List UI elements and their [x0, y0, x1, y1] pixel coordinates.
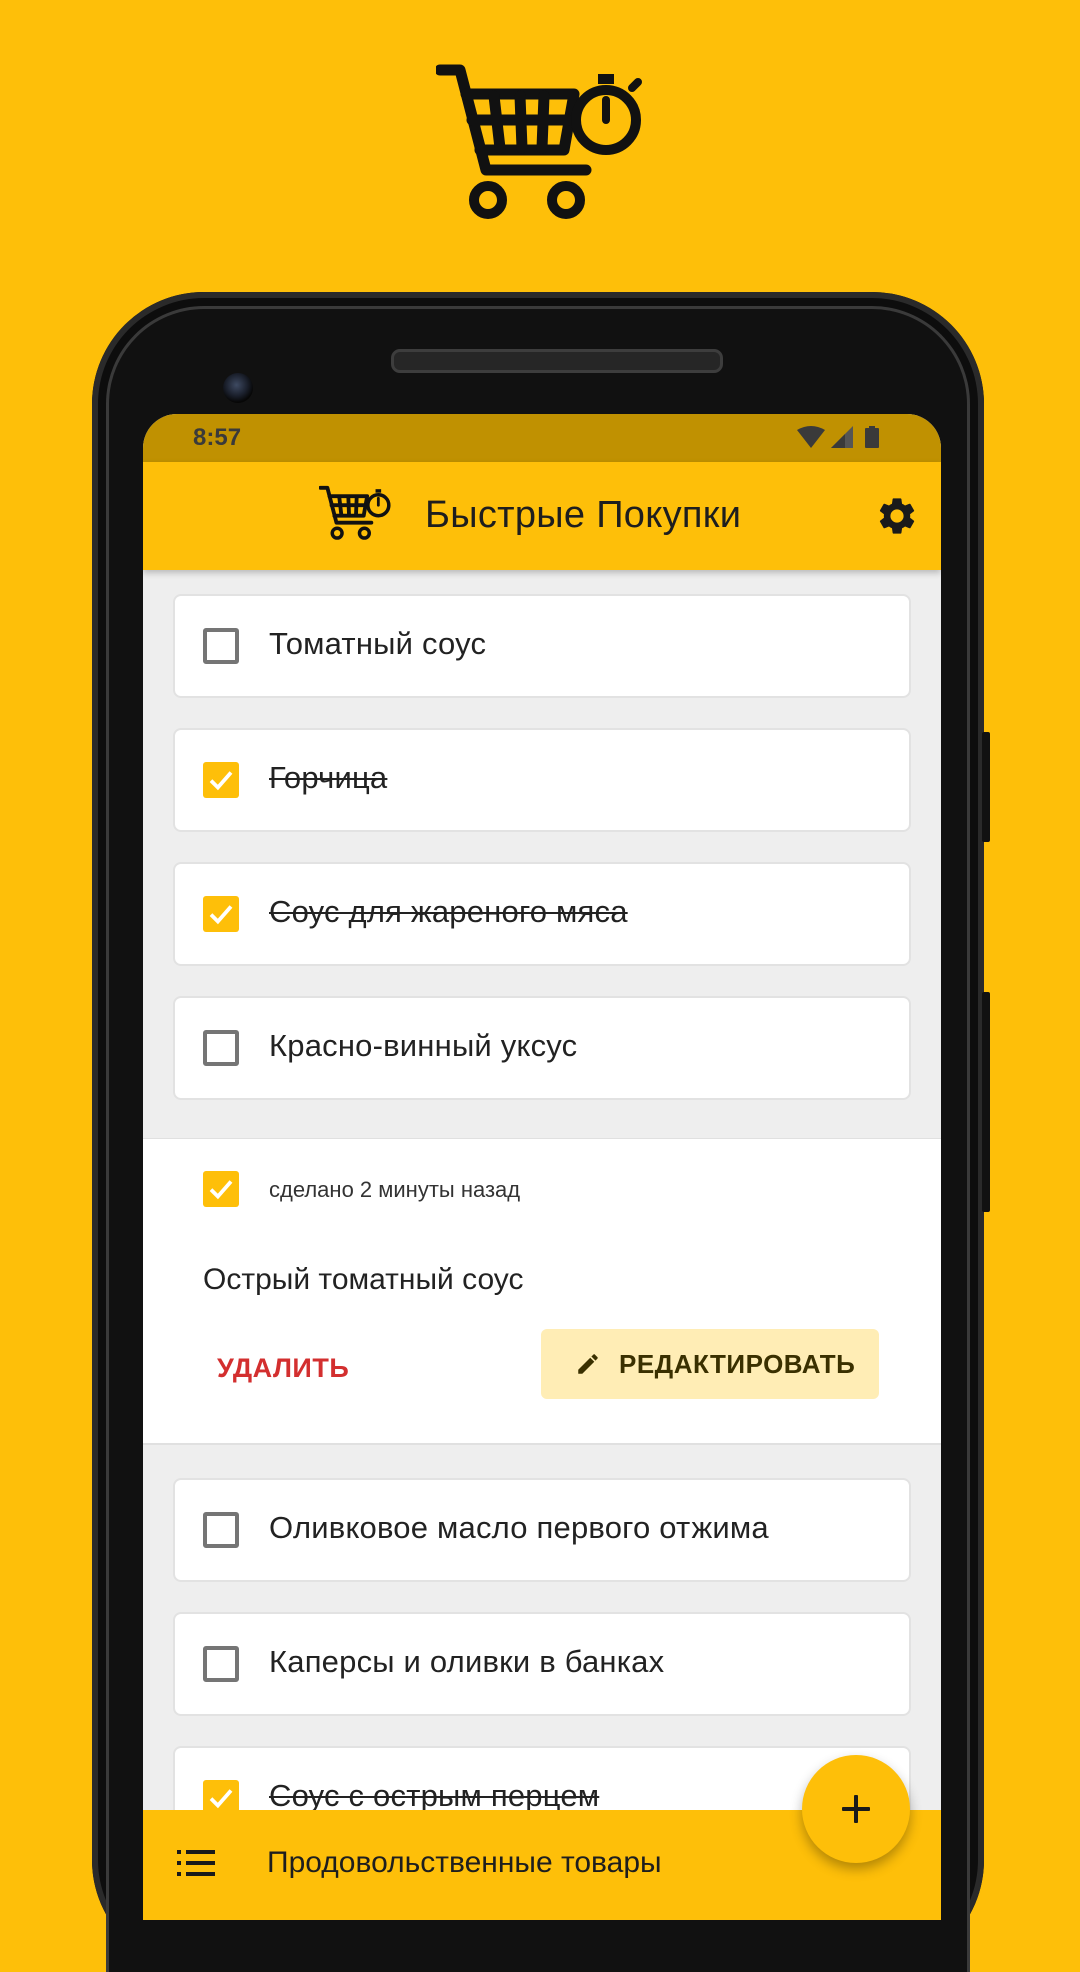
edit-button[interactable]: РЕДАКТИРОВАТЬ [541, 1329, 879, 1399]
add-item-fab[interactable] [802, 1755, 910, 1863]
battery-icon [865, 428, 879, 448]
power-button [982, 992, 990, 1212]
phone-speaker [391, 349, 723, 373]
checkbox[interactable] [203, 1646, 239, 1682]
volume-button [982, 732, 990, 842]
checkbox-checked[interactable] [203, 762, 239, 798]
expanded-item: сделано 2 минуты назад Острый томатный с… [143, 1138, 941, 1445]
wifi-icon [797, 426, 825, 448]
status-bar: 8:57 [143, 414, 941, 462]
list-item[interactable]: Горчица [173, 728, 911, 832]
list-item[interactable]: Оливковое масло первого отжима [173, 1478, 911, 1582]
done-timestamp: сделано 2 минуты назад [269, 1177, 521, 1202]
checkbox[interactable] [203, 1030, 239, 1066]
delete-button[interactable]: УДАЛИТЬ [217, 1353, 349, 1384]
checkbox-checked[interactable] [203, 1171, 239, 1207]
checkbox-checked[interactable] [203, 896, 239, 932]
checkbox[interactable] [203, 1512, 239, 1548]
status-time: 8:57 [193, 424, 242, 451]
item-label: Томатный соус [269, 626, 487, 661]
item-label: Соус с острым перцем [269, 1778, 600, 1813]
check-icon [209, 1789, 233, 1809]
plus-icon-vertical [854, 1795, 858, 1823]
item-label: Красно-винный уксус [269, 1028, 578, 1063]
cart-stopwatch-icon [319, 485, 391, 540]
item-label: Соус для жареного мяса [269, 894, 628, 929]
checkbox[interactable] [203, 628, 239, 664]
check-icon [209, 771, 233, 791]
list-item[interactable]: Соус для жареного мяса [173, 862, 911, 966]
expanded-item-title: Острый томатный соус [203, 1263, 524, 1296]
item-label: Оливковое масло первого отжима [269, 1510, 769, 1545]
app-title: Быстрые Покупки [425, 494, 742, 536]
item-label: Каперсы и оливки в банках [269, 1644, 665, 1679]
status-icons [797, 426, 879, 448]
list-item[interactable]: Каперсы и оливки в банках [173, 1612, 911, 1716]
list-item[interactable]: Красно-винный уксус [173, 996, 911, 1100]
app-bar: Быстрые Покупки [143, 462, 941, 570]
front-camera [223, 373, 253, 403]
list-item[interactable]: Томатный соус [173, 594, 911, 698]
app-screen: 8:57 Быстрые Покупки Томатный соус Горчи… [143, 414, 941, 1920]
gear-icon[interactable] [875, 494, 919, 538]
check-icon [209, 1180, 233, 1200]
item-label: Горчица [269, 760, 388, 795]
list-name: Продовольственные товары [267, 1846, 662, 1879]
edit-button-label: РЕДАКТИРОВАТЬ [619, 1349, 856, 1379]
list-icon[interactable] [177, 1848, 215, 1878]
check-icon [209, 905, 233, 925]
cart-stopwatch-logo-icon [436, 64, 642, 219]
pencil-icon [578, 1354, 598, 1374]
